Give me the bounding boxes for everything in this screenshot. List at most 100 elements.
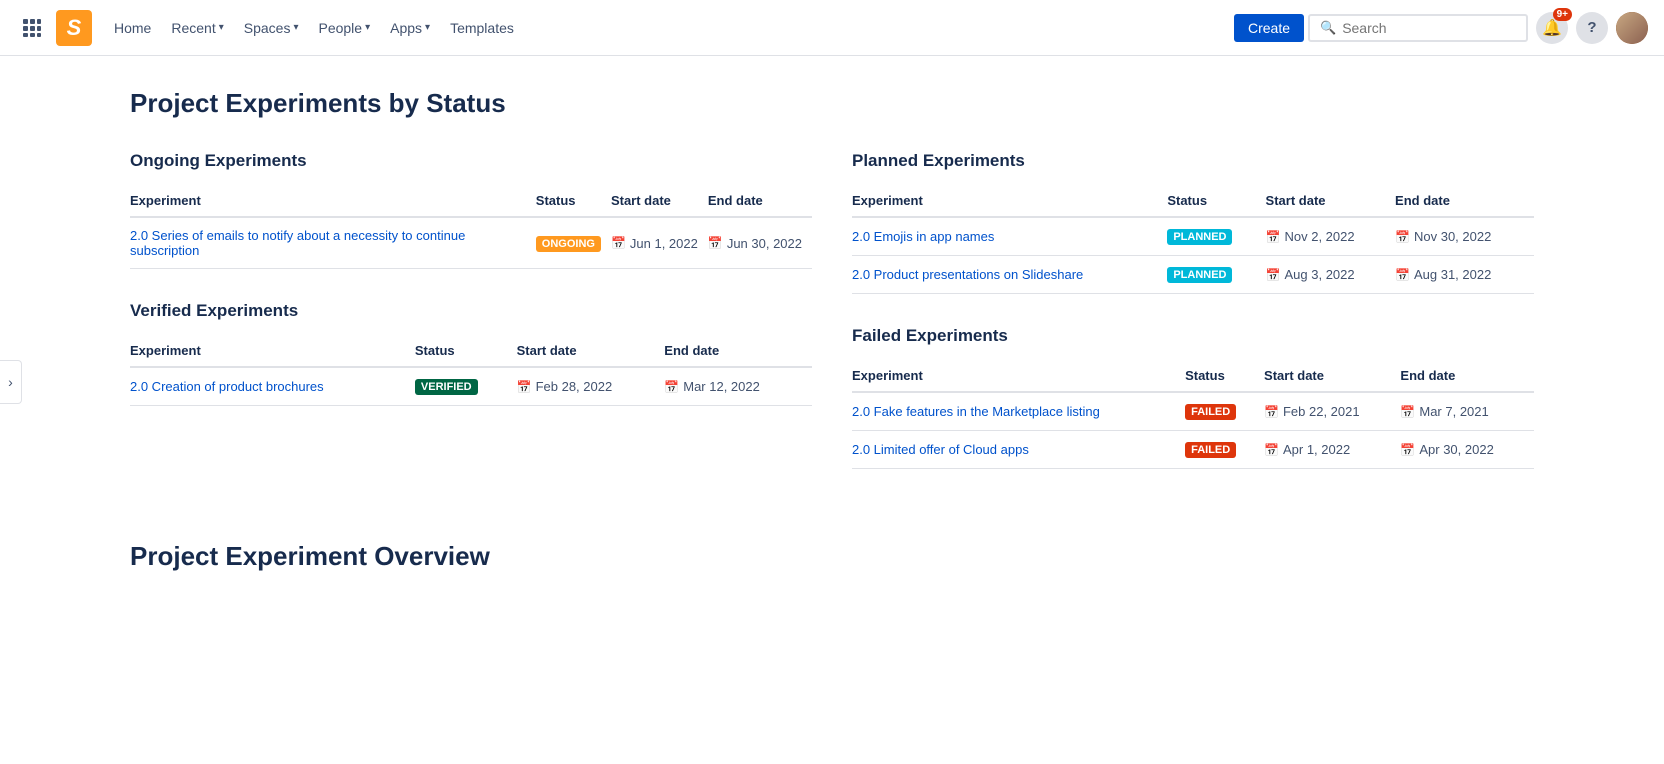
search-icon: 🔍 xyxy=(1320,20,1336,36)
table-row: 2.0 Product presentations on Slideshare … xyxy=(852,256,1534,294)
calendar-icon: 📅 xyxy=(708,236,723,250)
calendar-icon: 📅 xyxy=(517,380,532,394)
ongoing-col-experiment: Experiment xyxy=(130,185,536,217)
end-date: 📅Jun 30, 2022 xyxy=(708,236,802,251)
start-date: 📅Feb 28, 2022 xyxy=(517,379,655,394)
failed-section-title: Failed Experiments xyxy=(852,326,1534,346)
ongoing-section: Ongoing Experiments Experiment Status St… xyxy=(130,151,812,269)
experiment-link[interactable]: 2.0 Fake features in the Marketplace lis… xyxy=(852,404,1100,419)
nav-people[interactable]: People ▾ xyxy=(308,14,380,42)
ongoing-section-title: Ongoing Experiments xyxy=(130,151,812,171)
help-button[interactable]: ? xyxy=(1576,12,1608,44)
failed-section: Failed Experiments Experiment Status Sta… xyxy=(852,326,1534,469)
main-navigation: Home Recent ▾ Spaces ▾ People ▾ Apps ▾ T… xyxy=(104,14,1226,42)
experiment-link[interactable]: 2.0 Creation of product brochures xyxy=(130,379,324,394)
calendar-icon: 📅 xyxy=(1395,230,1410,244)
verified-col-experiment: Experiment xyxy=(130,335,415,367)
planned-col-end: End date xyxy=(1395,185,1534,217)
start-date: 📅Aug 3, 2022 xyxy=(1266,267,1385,282)
ongoing-col-end: End date xyxy=(708,185,812,217)
grid-icon[interactable] xyxy=(16,12,48,44)
nav-apps[interactable]: Apps ▾ xyxy=(380,14,440,42)
calendar-icon: 📅 xyxy=(1266,268,1281,282)
end-date: 📅Mar 12, 2022 xyxy=(664,379,802,394)
status-badge: FAILED xyxy=(1185,404,1236,420)
planned-col-experiment: Experiment xyxy=(852,185,1167,217)
people-chevron-icon: ▾ xyxy=(365,22,370,33)
start-date: 📅Feb 22, 2021 xyxy=(1264,404,1390,419)
calendar-icon: 📅 xyxy=(1400,405,1415,419)
calendar-icon: 📅 xyxy=(1395,268,1410,282)
calendar-icon: 📅 xyxy=(1264,405,1279,419)
calendar-icon: 📅 xyxy=(664,380,679,394)
calendar-icon: 📅 xyxy=(1264,443,1279,457)
right-column: Planned Experiments Experiment Status St… xyxy=(852,151,1534,501)
create-button[interactable]: Create xyxy=(1234,14,1304,42)
verified-col-status: Status xyxy=(415,335,517,367)
ongoing-col-status: Status xyxy=(536,185,611,217)
search-box[interactable]: 🔍 xyxy=(1308,14,1528,42)
logo[interactable]: S xyxy=(56,10,92,46)
calendar-icon: 📅 xyxy=(611,236,626,250)
failed-table: Experiment Status Start date End date 2.… xyxy=(852,360,1534,469)
topnav-right: 🔍 🔔 9+ ? xyxy=(1308,12,1648,44)
experiment-link[interactable]: 2.0 Product presentations on Slideshare xyxy=(852,267,1083,282)
experiment-link[interactable]: 2.0 Emojis in app names xyxy=(852,229,994,244)
verified-section-title: Verified Experiments xyxy=(130,301,812,321)
table-row: 2.0 Limited offer of Cloud apps FAILED 📅… xyxy=(852,431,1534,469)
end-date: 📅Aug 31, 2022 xyxy=(1395,267,1524,282)
recent-chevron-icon: ▾ xyxy=(219,22,224,33)
chevron-right-icon: › xyxy=(8,374,13,390)
table-row: 2.0 Fake features in the Marketplace lis… xyxy=(852,392,1534,431)
notifications-button[interactable]: 🔔 9+ xyxy=(1536,12,1568,44)
planned-col-status: Status xyxy=(1167,185,1265,217)
end-date: 📅Apr 30, 2022 xyxy=(1400,442,1524,457)
avatar[interactable] xyxy=(1616,12,1648,44)
start-date: 📅Jun 1, 2022 xyxy=(611,236,698,251)
verified-col-start: Start date xyxy=(517,335,665,367)
status-badge: PLANNED xyxy=(1167,229,1232,245)
planned-col-start: Start date xyxy=(1266,185,1395,217)
spaces-chevron-icon: ▾ xyxy=(293,22,298,33)
failed-col-status: Status xyxy=(1185,360,1264,392)
experiment-link[interactable]: 2.0 Series of emails to notify about a n… xyxy=(130,228,465,258)
planned-section-title: Planned Experiments xyxy=(852,151,1534,171)
sidebar-toggle[interactable]: › xyxy=(0,360,22,404)
status-badge: VERIFIED xyxy=(415,379,478,395)
failed-col-experiment: Experiment xyxy=(852,360,1185,392)
verified-table: Experiment Status Start date End date 2.… xyxy=(130,335,812,406)
overview-title: Project Experiment Overview xyxy=(130,541,1534,572)
status-badge: ONGOING xyxy=(536,236,601,252)
start-date: 📅Apr 1, 2022 xyxy=(1264,442,1390,457)
nav-recent[interactable]: Recent ▾ xyxy=(161,14,233,42)
end-date: 📅Nov 30, 2022 xyxy=(1395,229,1524,244)
nav-spaces[interactable]: Spaces ▾ xyxy=(234,14,309,42)
verified-section: Verified Experiments Experiment Status S… xyxy=(130,301,812,406)
page-title: Project Experiments by Status xyxy=(130,88,1534,119)
nav-templates[interactable]: Templates xyxy=(440,14,524,42)
main-content: Project Experiments by Status Ongoing Ex… xyxy=(82,56,1582,604)
status-badge: FAILED xyxy=(1185,442,1236,458)
planned-table: Experiment Status Start date End date 2.… xyxy=(852,185,1534,294)
failed-col-start: Start date xyxy=(1264,360,1400,392)
planned-section: Planned Experiments Experiment Status St… xyxy=(852,151,1534,294)
end-date: 📅Mar 7, 2021 xyxy=(1400,404,1524,419)
avatar-image xyxy=(1616,12,1648,44)
experiments-grid: Ongoing Experiments Experiment Status St… xyxy=(130,151,1534,501)
experiment-link[interactable]: 2.0 Limited offer of Cloud apps xyxy=(852,442,1029,457)
nav-home[interactable]: Home xyxy=(104,14,161,42)
ongoing-table: Experiment Status Start date End date 2.… xyxy=(130,185,812,269)
table-row: 2.0 Emojis in app names PLANNED 📅Nov 2, … xyxy=(852,217,1534,256)
failed-col-end: End date xyxy=(1400,360,1534,392)
left-column: Ongoing Experiments Experiment Status St… xyxy=(130,151,812,501)
ongoing-col-start: Start date xyxy=(611,185,708,217)
apps-chevron-icon: ▾ xyxy=(425,22,430,33)
notification-badge: 9+ xyxy=(1553,8,1572,21)
verified-col-end: End date xyxy=(664,335,812,367)
logo-letter: S xyxy=(56,10,92,46)
status-badge: PLANNED xyxy=(1167,267,1232,283)
search-input[interactable] xyxy=(1342,20,1516,36)
table-row: 2.0 Creation of product brochures VERIFI… xyxy=(130,367,812,406)
calendar-icon: 📅 xyxy=(1266,230,1281,244)
start-date: 📅Nov 2, 2022 xyxy=(1266,229,1385,244)
